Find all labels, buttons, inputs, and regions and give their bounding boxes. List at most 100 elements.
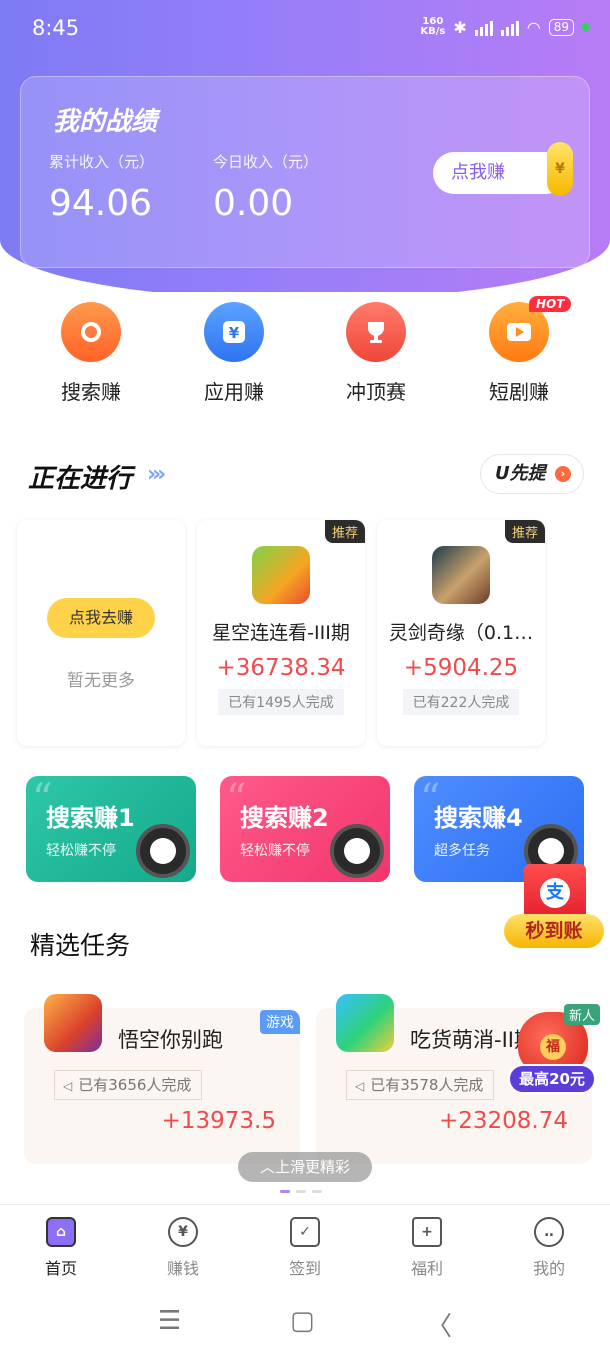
home-icon: ⌂ [46,1217,76,1247]
page-indicator [280,1190,322,1193]
summary-title: 我的战绩 [53,107,158,137]
search-earn-1-card[interactable]: “ 搜索赚1 轻松赚不停 [26,776,196,882]
game-tag: 游戏 [260,1010,300,1034]
magnifier-icon [330,824,384,878]
privacy-dot [582,23,590,31]
task-done-count: 已有1495人完成 [218,689,344,715]
bluetooth-icon: ✱ [453,17,467,37]
search-card-subtitle: 轻松赚不停 [240,843,310,859]
nav-label: 福利 [410,1259,443,1278]
nav-label: 我的 [532,1259,565,1278]
featured-done-count: ◁ 已有3578人完成 [346,1070,495,1100]
total-income-value: 94.06 [49,183,153,224]
featured-task-card[interactable]: 悟空你别跑 游戏 ◁ 已有3656人完成 +13973.5 [24,994,300,1164]
search-card-subtitle: 超多任务 [434,843,490,859]
home-square-icon[interactable]: ▢ [290,1306,315,1336]
nav-checkin[interactable]: ✓ 签到 [244,1217,366,1279]
game-app-icon [432,546,490,604]
status-icons: 160 KB/s ✱ ◠ 89 [420,17,590,37]
new-user-float[interactable]: 福 新人 最高20元 [508,1004,600,1096]
instant-arrival-label: 秒到账 [504,914,604,948]
nav-label: 签到 [288,1259,321,1278]
system-navigation-bar: ☰ ▢ 〈 [0,1284,610,1356]
status-bar: 8:45 160 KB/s ✱ ◠ 89 [0,0,610,56]
gift-icon: + [412,1217,442,1247]
magnifier-icon [136,824,190,878]
quick-search-earn[interactable]: 搜索赚 [31,302,151,405]
earn-now-button[interactable]: 点我赚 ¥ [433,142,573,196]
quick-label: 搜索赚 [61,380,121,404]
search-earn-2-card[interactable]: “ 搜索赚2 轻松赚不停 [220,776,390,882]
red-envelope-icon: 支 [524,864,586,920]
nav-label: 首页 [44,1259,77,1278]
no-more-text: 暂无更多 [67,671,135,691]
download-icon: ¥ [204,302,264,362]
nav-welfare[interactable]: + 福利 [366,1217,488,1279]
featured-done-count: ◁ 已有3656人完成 [54,1070,203,1100]
featured-title: 精选任务 [30,931,131,960]
u-withdraw-label: U先提 [495,463,546,484]
earnings-summary-card: 我的战绩 累计收入（元） 94.06 今日收入（元） 0.00 点我赚 ¥ [20,76,590,268]
task-card[interactable]: 推荐 灵剑奇缘（0.1… +5904.25 已有222人完成 [377,520,545,746]
search-card-title: 搜索赚2 [240,804,329,832]
trophy-icon [346,302,406,362]
quick-app-earn[interactable]: ¥ 应用赚 [174,302,294,405]
nav-label: 赚钱 [166,1259,199,1278]
game-app-icon [44,994,102,1052]
go-earn-button[interactable]: 点我去赚 [47,598,155,638]
yen-icon: ¥ [168,1217,198,1247]
total-income-label: 累计收入（元） [49,153,155,171]
speaker-icon: ◁ [355,1079,365,1093]
hot-badge: HOT [529,296,572,312]
arrow-right-icon: › [555,466,571,482]
featured-task-name: 悟空你别跑 [118,1028,223,1052]
game-app-icon [252,546,310,604]
quick-drama-earn[interactable]: HOT 短剧赚 [459,296,579,405]
nav-profile[interactable]: ‥ 我的 [488,1217,610,1279]
task-name: 灵剑奇缘（0.1… [388,622,534,644]
quick-label: 冲顶赛 [346,380,406,404]
task-done-count: 已有222人完成 [402,689,520,715]
quick-label: 短剧赚 [489,380,549,404]
today-income-value: 0.00 [213,183,294,224]
empty-task-card: 点我去赚 暂无更多 [17,520,185,746]
back-icon[interactable]: 〈 [426,1306,452,1343]
in-progress-title: 正在进行 [28,464,133,494]
battery-icon: 89 [548,18,574,36]
featured-done-text: 已有3656人完成 [78,1076,192,1094]
featured-amount: +13973.5 [161,1108,276,1134]
signal-2-icon [500,18,519,36]
svg-text:¥: ¥ [229,324,240,342]
slide-up-hint[interactable]: ︿上滑更精彩 [238,1152,372,1182]
game-app-icon [336,994,394,1052]
status-time: 8:45 [32,16,80,40]
search-card-title: 搜索赚4 [434,804,523,832]
calendar-check-icon: ✓ [290,1217,320,1247]
chevrons-icon: ››› [147,462,166,487]
bottom-navigation: ⌂ 首页 ¥ 赚钱 ✓ 签到 + 福利 ‥ 我的 [0,1204,610,1284]
wifi-icon: ◠ [526,17,541,37]
menu-icon[interactable]: ☰ [158,1306,181,1336]
search-card-title: 搜索赚1 [46,804,135,832]
coin-icon: ¥ [547,142,573,196]
nav-home[interactable]: ⌂ 首页 [0,1217,122,1279]
signal-icon [474,18,493,36]
earn-now-label: 点我赚 [451,162,505,183]
alipay-icon: 支 [540,878,570,908]
max-reward-label: 最高20元 [508,1064,596,1094]
task-amount: +36738.34 [216,655,346,681]
quick-actions: 搜索赚 ¥ 应用赚 冲顶赛 HOT 短剧赚 [0,296,610,412]
nav-earn[interactable]: ¥ 赚钱 [122,1217,244,1279]
net-speed: 160 KB/s [420,16,446,37]
quick-label: 应用赚 [204,380,264,404]
search-icon [61,302,121,362]
quick-top-race[interactable]: 冲顶赛 [316,302,436,405]
task-name: 星空连连看-III期 [212,622,350,644]
featured-done-text: 已有3578人完成 [370,1076,484,1094]
task-card[interactable]: 推荐 星空连连看-III期 +36738.34 已有1495人完成 [197,520,365,746]
u-withdraw-button[interactable]: U先提 › [480,454,584,494]
new-user-badge: 新人 [564,1004,600,1025]
alipay-instant-float[interactable]: 支 秒到账 [504,864,604,950]
speaker-icon: ◁ [63,1079,73,1093]
profile-icon: ‥ [534,1217,564,1247]
